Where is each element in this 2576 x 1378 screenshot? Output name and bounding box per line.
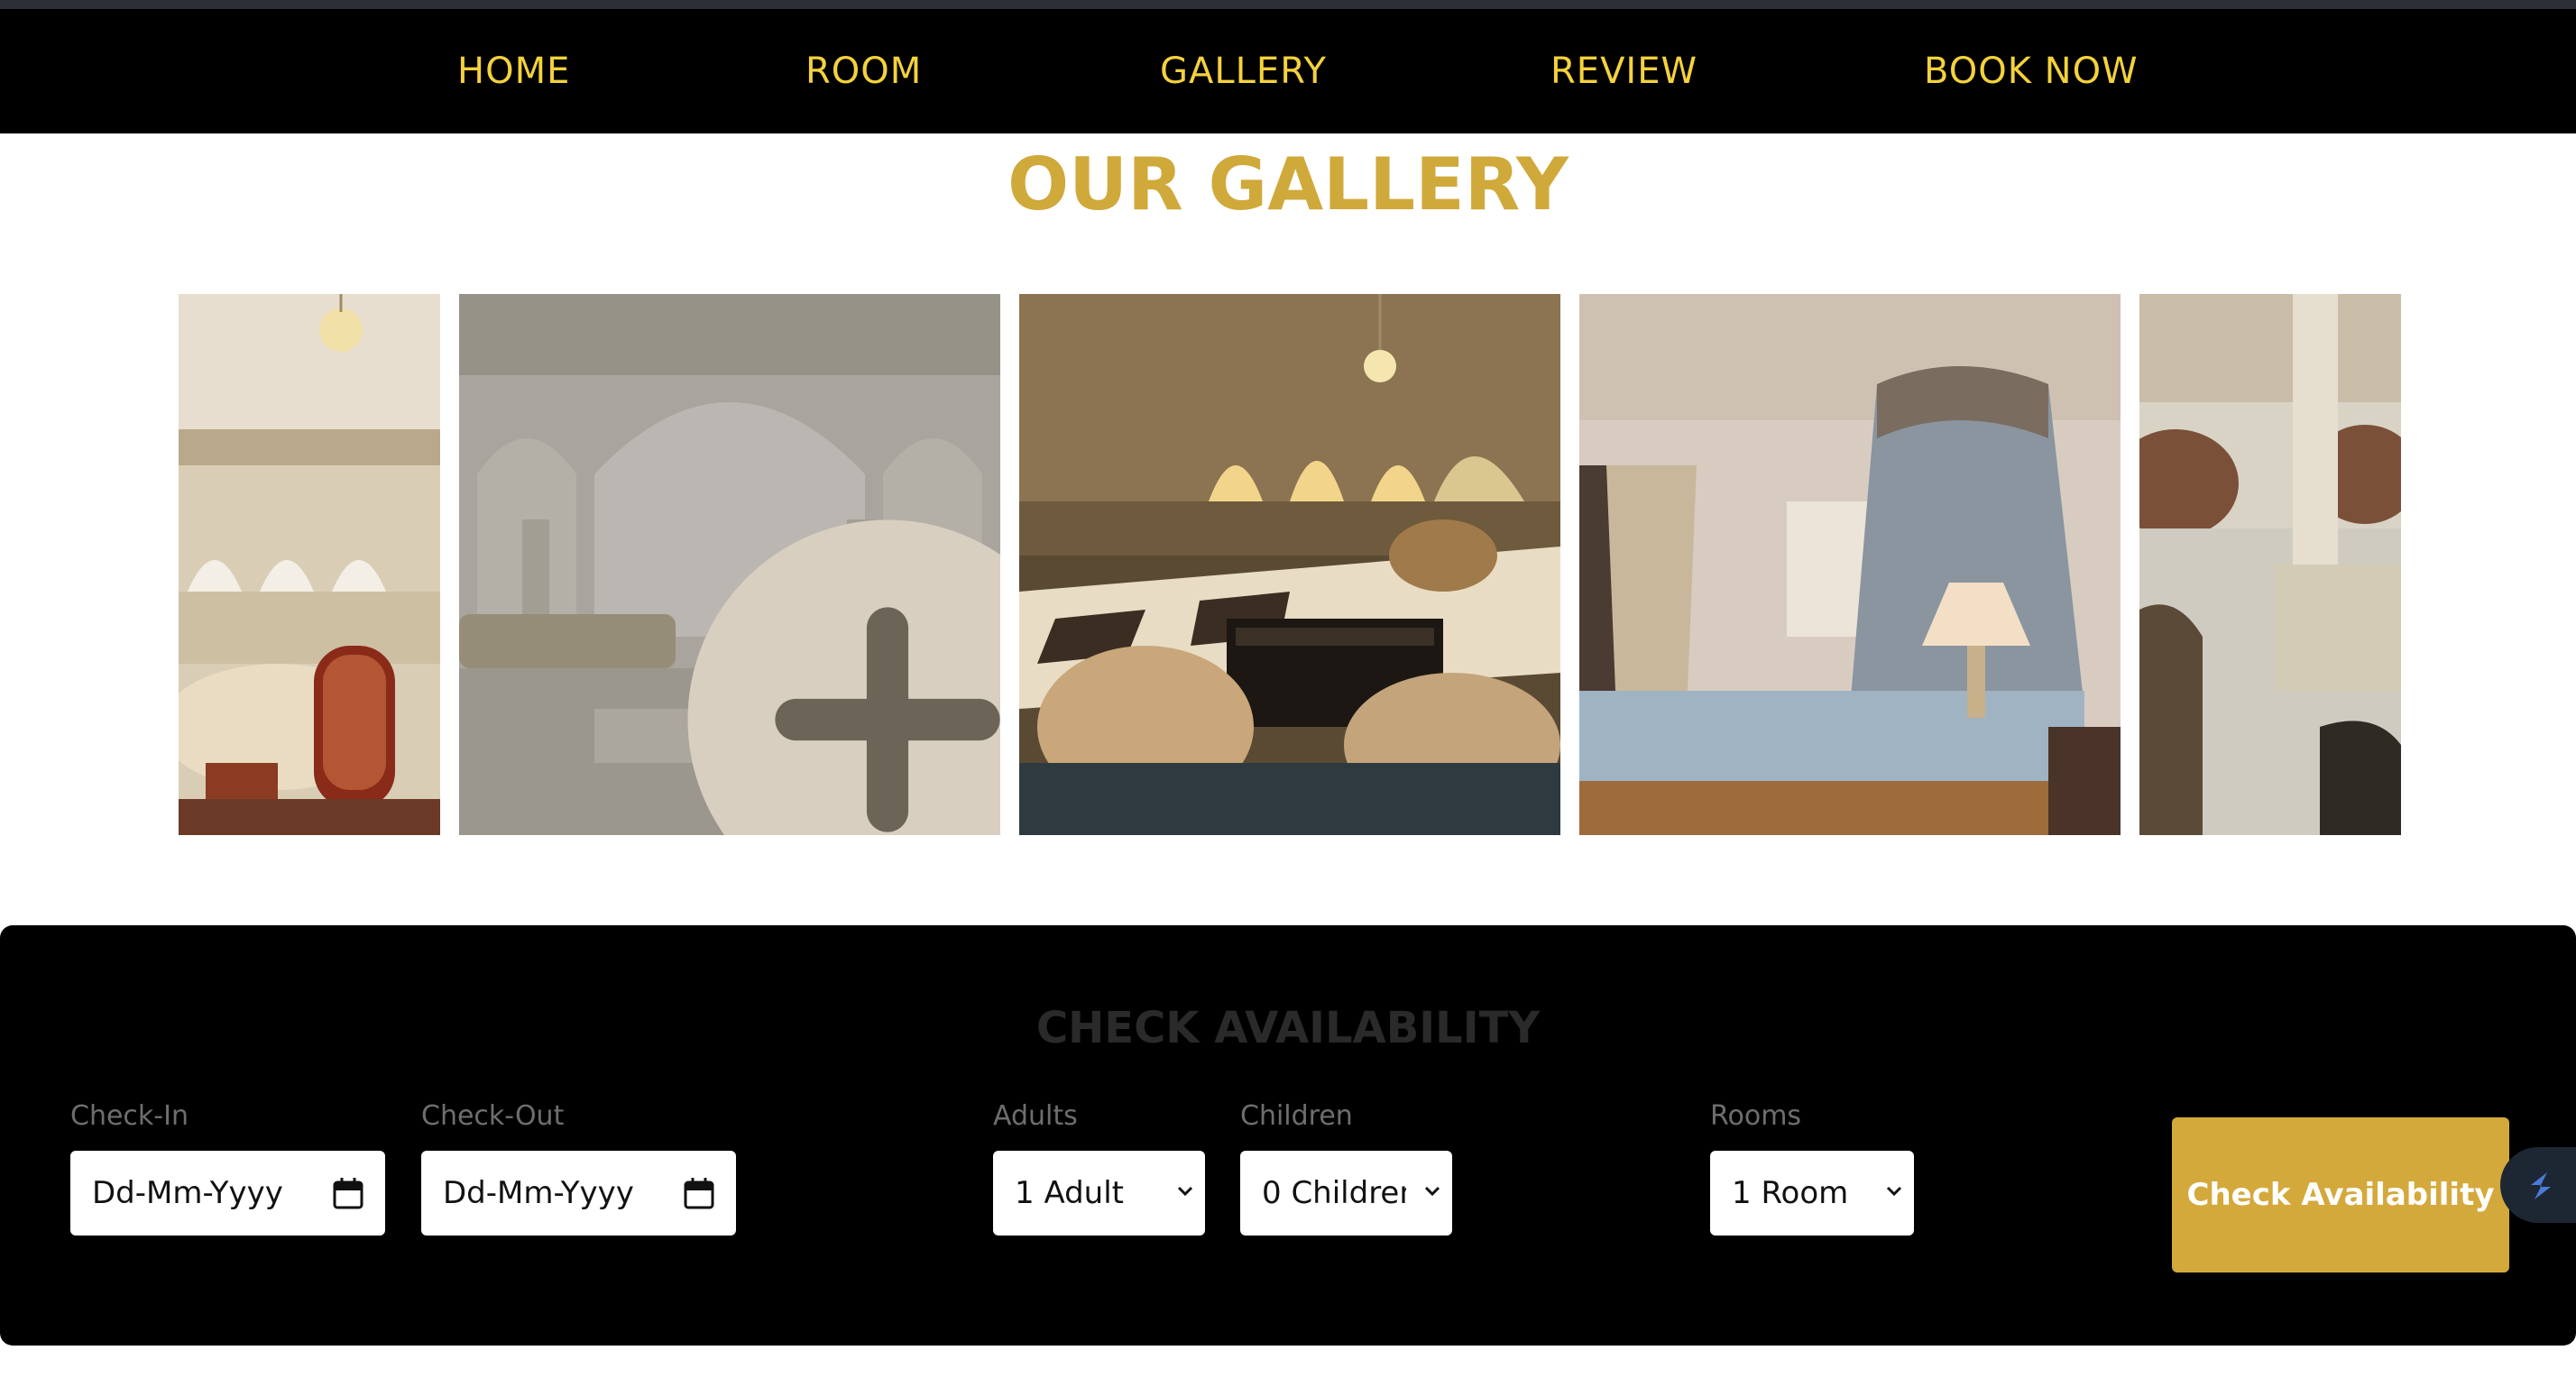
adults-value: 1 Adult	[1015, 1175, 1125, 1211]
chevron-down-icon	[1424, 1186, 1440, 1197]
nav-gallery[interactable]: GALLERY	[1160, 9, 1327, 133]
adults-select[interactable]: 1 Adult	[993, 1151, 1205, 1236]
nav-home[interactable]: HOME	[457, 9, 570, 133]
gallery-image-dining-hall[interactable]	[179, 294, 440, 835]
check-in-label: Check-In	[70, 1100, 189, 1132]
side-widget[interactable]	[2500, 1147, 2576, 1223]
availability-title: CHECK AVAILABILITY	[1035, 1003, 1541, 1053]
check-in-placeholder: Dd-Mm-Yyyy	[92, 1175, 283, 1211]
rooms-value: 1 Room	[1732, 1175, 1849, 1211]
gallery-image-sitting-room[interactable]	[1019, 294, 1560, 835]
nav-book-now[interactable]: BOOK NOW	[1924, 9, 2139, 133]
check-out-placeholder: Dd-Mm-Yyyy	[443, 1175, 634, 1211]
rooms-label: Rooms	[1710, 1100, 1802, 1132]
gallery-title: OUR GALLERY	[1007, 142, 1569, 226]
adults-label: Adults	[993, 1100, 1078, 1132]
chevron-down-icon	[1886, 1186, 1902, 1197]
chevron-down-icon	[1177, 1186, 1193, 1197]
children-label: Children	[1240, 1100, 1353, 1132]
top-strip	[0, 0, 2576, 9]
check-out-field[interactable]: Dd-Mm-Yyyy	[421, 1151, 736, 1236]
calendar-icon[interactable]	[684, 1177, 714, 1209]
zoom-in-icon[interactable]	[671, 503, 1000, 835]
gallery-image-canopy-bedroom[interactable]	[1579, 294, 2121, 835]
children-select[interactable]: 0 Children	[1240, 1151, 1452, 1236]
rooms-select[interactable]: 1 Room	[1710, 1151, 1914, 1236]
calendar-icon[interactable]	[333, 1177, 363, 1209]
check-availability-button[interactable]: Check Availability	[2172, 1117, 2509, 1272]
gallery-image-restaurant[interactable]	[2139, 294, 2401, 835]
gallery-image-arch-lounge[interactable]	[459, 294, 1000, 835]
nav-review[interactable]: REVIEW	[1550, 9, 1697, 133]
nav-room[interactable]: ROOM	[805, 9, 922, 133]
chat-widget-icon	[2531, 1172, 2551, 1199]
check-out-label: Check-Out	[421, 1100, 565, 1132]
children-value: 0 Children	[1262, 1175, 1406, 1211]
check-in-field[interactable]: Dd-Mm-Yyyy	[70, 1151, 385, 1236]
